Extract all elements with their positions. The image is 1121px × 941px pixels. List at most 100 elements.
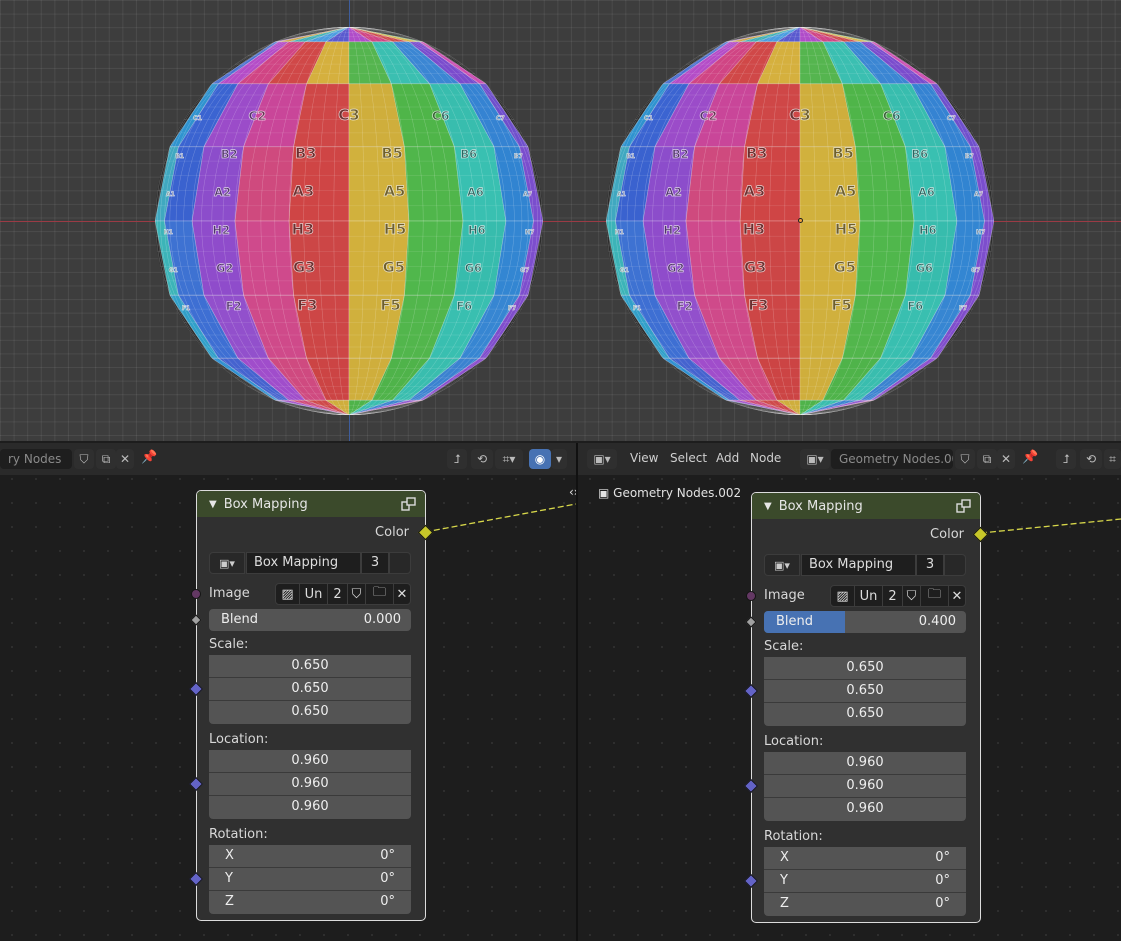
checker-tile [685,220,745,296]
node-group-browse-dropdown[interactable]: ▣▾ [209,552,245,574]
location-vector: 0.960 0.960 0.960 [188,750,411,819]
image-browse-icon[interactable]: ▨ [831,586,855,606]
blend-slider[interactable]: Blend 0.000 [209,609,411,631]
rotation-z-field[interactable]: Z 0° [209,891,411,914]
uv-grid-label: A3 [744,183,765,200]
box-mapping-node[interactable]: ▼ Box Mapping Color ▣▾ Box Mapping 3 Ima… [743,492,989,923]
location-x-field[interactable]: 0.960 [764,752,966,775]
rotation-x-field[interactable]: X 0° [764,847,966,870]
rotation-label: Rotation: [764,829,823,844]
scale-label: Scale: [764,639,804,654]
object-origin-dot[interactable] [798,218,803,223]
image-datablock-field[interactable]: ▨ Un 2 ⛉ 🗀 ✕ [830,585,966,607]
location-z-field[interactable]: 0.960 [209,796,411,819]
uv-grid-label: G7 [971,267,980,274]
blend-value: 0.400 [918,614,956,629]
image-name[interactable]: Un [300,584,328,604]
color-output-label: Color [930,527,964,542]
scale-x-field[interactable]: 0.650 [764,657,966,680]
uv-grid-label: C6 [883,108,901,123]
uv-grid-label: B3 [295,145,316,162]
image-open-folder-icon[interactable]: 🗀 [366,584,394,604]
node-group-users-count[interactable]: 3 [916,554,944,576]
fake-user-shield-icon[interactable] [389,552,411,574]
location-x-field[interactable]: 0.960 [209,750,411,773]
rotation-vector: X 0° Y 0° Z 0° [743,847,966,916]
uv-grid-label: C1 [644,115,653,122]
collapse-chevron-icon[interactable]: ▼ [209,499,217,510]
uv-sphere-left[interactable]: C1 C2 C3 C6 C7 B1 B2 B3 B5 B6 B7 A1 A2 A3 A5 A6 A7 H1 H2 H3… [155,27,543,415]
uv-grid-label: C3 [789,106,810,124]
node-title: Box Mapping [223,496,308,512]
image-unlink-icon[interactable]: ✕ [394,584,410,604]
blend-slider[interactable]: Blend 0.400 [764,611,966,633]
uv-grid-label: A6 [918,186,935,199]
scale-x-field[interactable]: 0.650 [209,655,411,678]
uv-grid-label: G6 [465,262,482,275]
image-users-count[interactable]: 2 [883,586,903,606]
scale-y-field[interactable]: 0.650 [764,680,966,703]
uv-grid-label: C7 [496,115,505,122]
checker-tile [404,146,464,222]
uv-grid-label: A6 [467,186,484,199]
uv-grid-label: G6 [916,262,933,275]
rotation-vector: X 0° Y 0° Z 0° [188,845,411,914]
location-y-field[interactable]: 0.960 [764,775,966,798]
rotation-z-field[interactable]: Z 0° [764,893,966,916]
node-editor-left[interactable]: ry Nodes ⛉ ⧉ ✕ 📌 ⮥ ⟲ ⌗▾ ◉ ▾ ‹› ▼ Box Map… [0,443,576,941]
image-input-socket[interactable] [746,591,756,601]
uv-grid-label: A5 [384,183,405,200]
scale-y-field[interactable]: 0.650 [209,678,411,701]
node-group-name-field[interactable]: Box Mapping [801,554,916,576]
uv-grid-label: C2 [699,108,717,123]
uv-grid-label: F7 [959,305,967,312]
location-z-field[interactable]: 0.960 [764,798,966,821]
area-split-arrows-icon[interactable]: ‹› [569,485,576,499]
rotation-y-field[interactable]: Y 0° [209,868,411,891]
scale-z-field[interactable]: 0.650 [764,703,966,726]
uv-grid-label: F1 [182,305,190,312]
color-output-label: Color [375,525,409,540]
location-y-field[interactable]: 0.960 [209,773,411,796]
uv-grid-label: A5 [835,183,856,200]
uv-grid-label: A1 [617,191,626,198]
fake-user-shield-icon[interactable] [944,554,966,576]
uv-grid-label: G2 [667,262,684,275]
image-fake-user-icon[interactable]: ⛉ [903,586,921,606]
blend-label: Blend [221,612,259,627]
image-name[interactable]: Un [855,586,883,606]
box-mapping-node[interactable]: ▼ Box Mapping Color ▣▾ Box Mapping 3 Ima… [188,490,434,921]
image-fake-user-icon[interactable]: ⛉ [348,584,366,604]
node-header[interactable]: ▼ Box Mapping [197,491,425,517]
uv-grid-label: F3 [748,297,768,314]
image-open-folder-icon[interactable]: 🗀 [921,586,949,606]
uv-grid-label: C7 [947,115,956,122]
rotation-label: Rotation: [209,827,268,842]
image-input-socket[interactable] [191,589,201,599]
uv-grid-label: C3 [338,106,359,124]
uv-grid-label: B1 [626,153,635,160]
checker-tile [234,146,294,222]
node-editor-right[interactable]: ▣▾ View Select Add Node ▣▾ Geometry Node… [578,443,1121,941]
uv-grid-label: C6 [432,108,450,123]
image-browse-icon[interactable]: ▨ [276,584,300,604]
node-group-browse-dropdown[interactable]: ▣▾ [764,554,800,576]
uv-grid-label: B2 [221,148,237,161]
collapse-chevron-icon[interactable]: ▼ [764,501,772,512]
image-users-count[interactable]: 2 [328,584,348,604]
rotation-y-field[interactable]: Y 0° [764,870,966,893]
image-datablock-field[interactable]: ▨ Un 2 ⛉ 🗀 ✕ [275,583,411,605]
3d-viewport[interactable]: C1 C2 C3 C6 C7 B1 B2 B3 B5 B6 B7 A1 A2 A3 A5 A6 A7 H1 H2 H3… [0,0,1121,441]
uv-grid-label: H7 [976,229,985,236]
image-unlink-icon[interactable]: ✕ [949,586,965,606]
uv-grid-label: G5 [834,259,856,276]
location-vector: 0.960 0.960 0.960 [743,752,966,821]
rotation-x-field[interactable]: X 0° [209,845,411,868]
node-group-users-count[interactable]: 3 [361,552,389,574]
node-header[interactable]: ▼ Box Mapping [752,493,980,519]
uv-grid-label: B5 [833,145,854,162]
uv-grid-label: H7 [525,229,534,236]
node-group-name-field[interactable]: Box Mapping [246,552,361,574]
scale-z-field[interactable]: 0.650 [209,701,411,724]
uv-grid-label: F3 [297,297,317,314]
